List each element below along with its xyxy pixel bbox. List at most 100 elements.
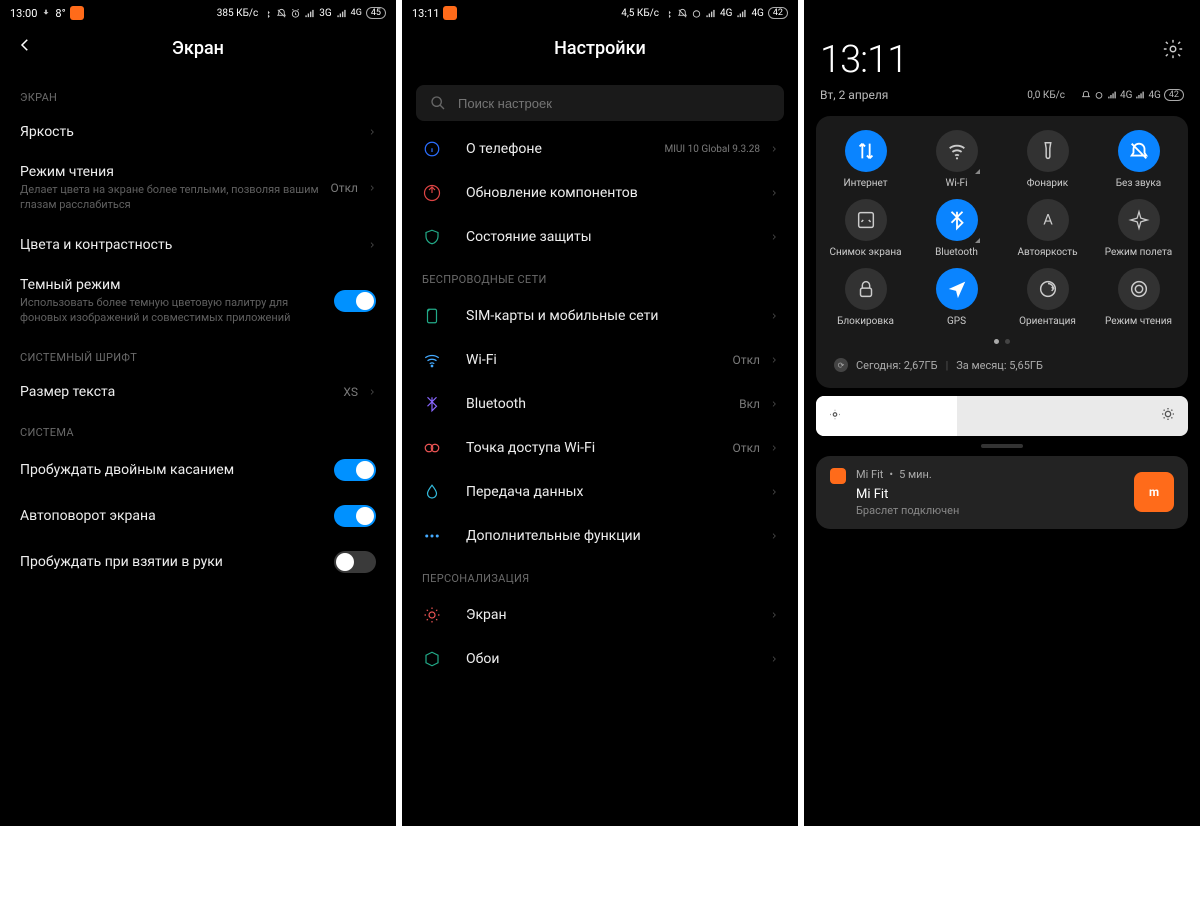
- shade-speed: 0,0 КБ/с: [1027, 90, 1065, 101]
- row-text-size[interactable]: Размер текста XS: [0, 372, 396, 412]
- row-reading-mode[interactable]: Режим чтения Делает цвета на экране боле…: [0, 152, 396, 225]
- wake-pickup-toggle[interactable]: [334, 551, 376, 573]
- qs-circle: [1027, 268, 1069, 310]
- row-hotspot[interactable]: Точка доступа Wi-Fi Откл: [402, 426, 798, 470]
- chevron-right-icon: [368, 386, 376, 398]
- qs-label: Режим полета: [1105, 247, 1172, 258]
- qs-circle: [936, 268, 978, 310]
- wallpaper-icon: [422, 649, 442, 669]
- alarm-icon: [290, 8, 301, 19]
- row-wifi[interactable]: Wi-Fi Откл: [402, 338, 798, 382]
- wallpaper-label: Обои: [466, 651, 770, 667]
- qs-label: Снимок экрана: [829, 247, 901, 258]
- qs-tile-screenshot[interactable]: Снимок экрана: [820, 199, 911, 258]
- brightness-low-icon: [828, 407, 842, 426]
- qs-tile-gps[interactable]: GPS: [911, 268, 1002, 327]
- qs-tile-wifi[interactable]: Wi-Fi: [911, 130, 1002, 189]
- reading-mode-label: Режим чтения: [20, 164, 331, 180]
- qs-tile-torch[interactable]: Фонарик: [1002, 130, 1093, 189]
- shade-net2: 4G: [1148, 90, 1160, 101]
- security-label: Состояние защиты: [466, 229, 770, 245]
- qs-label: Интернет: [843, 178, 887, 189]
- shield-icon: [422, 227, 442, 247]
- sun-icon: [422, 605, 442, 625]
- qs-tile-bt[interactable]: Bluetooth: [911, 199, 1002, 258]
- back-button[interactable]: [16, 36, 34, 58]
- notif-subtitle: Браслет подключен: [856, 504, 1124, 517]
- data-usage-row[interactable]: ⟳ Сегодня: 2,67ГБ | За месяц: 5,65ГБ: [820, 352, 1184, 378]
- row-wake-pickup: Пробуждать при взятии в руки: [0, 539, 396, 585]
- wake-double-tap-toggle[interactable]: [334, 459, 376, 481]
- text-size-label: Размер текста: [20, 384, 343, 400]
- mifit-status-icon: [443, 6, 457, 20]
- qs-tile-mute[interactable]: Без звука: [1093, 130, 1184, 189]
- wifi-label: Wi-Fi: [466, 352, 733, 368]
- chevron-right-icon: [770, 143, 778, 155]
- chevron-right-icon: [770, 530, 778, 542]
- search-bar[interactable]: [416, 85, 784, 121]
- bluetooth-icon: [422, 394, 442, 414]
- qs-circle: [1118, 199, 1160, 241]
- expand-corner-icon: [975, 169, 980, 174]
- mute-icon: [677, 8, 688, 19]
- row-display[interactable]: Экран: [402, 593, 798, 637]
- chevron-right-icon: [368, 126, 376, 138]
- qs-tile-read[interactable]: Режим чтения: [1093, 268, 1184, 327]
- qs-tile-airplane[interactable]: Режим полета: [1093, 199, 1184, 258]
- alarm-icon: [1094, 90, 1104, 100]
- page-indicator[interactable]: [820, 339, 1184, 344]
- svg-text:m: m: [1149, 485, 1159, 499]
- dark-mode-toggle[interactable]: [334, 290, 376, 312]
- qs-tile-rotate[interactable]: Ориентация: [1002, 268, 1093, 327]
- qs-label: Ориентация: [1019, 316, 1076, 327]
- qs-circle: A: [1027, 199, 1069, 241]
- mute-icon: [1081, 90, 1091, 100]
- phone-screen-notification-shade: 13:11 Вт, 2 апреля 0,0 КБ/с 4G 4G 42 Инт…: [804, 0, 1200, 826]
- gear-icon[interactable]: [1162, 38, 1184, 60]
- signal-icon: [705, 8, 716, 19]
- reading-mode-sub: Делает цвета на экране более теплыми, по…: [20, 183, 331, 213]
- qs-label: GPS: [947, 316, 966, 327]
- row-colors[interactable]: Цвета и контрастность: [0, 225, 396, 265]
- chevron-right-icon: [770, 609, 778, 621]
- status-bar: 13:00 8° 385 КБ/с 3G 4G 45: [0, 0, 396, 24]
- qs-tile-lock[interactable]: Блокировка: [820, 268, 911, 327]
- hotspot-icon: [422, 438, 442, 458]
- qs-tile-autobright[interactable]: AАвтояркость: [1002, 199, 1093, 258]
- row-data-transfer[interactable]: Передача данных: [402, 470, 798, 514]
- chevron-right-icon: [368, 239, 376, 251]
- notification-card-mifit[interactable]: Mi Fit • 5 мин. Mi Fit Браслет подключен…: [816, 456, 1188, 529]
- brightness-high-icon: [1160, 406, 1176, 426]
- qs-circle: [1118, 268, 1160, 310]
- bluetooth-icon: [1068, 90, 1078, 100]
- battery-indicator: 42: [768, 7, 788, 19]
- chevron-right-icon: [770, 354, 778, 366]
- drag-handle[interactable]: [981, 444, 1023, 448]
- brightness-slider[interactable]: [816, 396, 1188, 436]
- shade-clock: 13:11: [820, 38, 907, 82]
- row-sim[interactable]: SIM-карты и мобильные сети: [402, 294, 798, 338]
- title-bar: Настройки: [402, 24, 798, 77]
- qs-tile-data[interactable]: Интернет: [820, 130, 911, 189]
- section-font-label: СИСТЕМНЫЙ ШРИФТ: [0, 337, 396, 372]
- status-temp: 8°: [55, 7, 65, 20]
- chevron-right-icon: [770, 398, 778, 410]
- row-update[interactable]: Обновление компонентов: [402, 171, 798, 215]
- reading-mode-value: Откл: [331, 181, 358, 195]
- auto-rotate-toggle[interactable]: [334, 505, 376, 527]
- row-brightness[interactable]: Яркость: [0, 112, 396, 152]
- colors-label: Цвета и контрастность: [20, 237, 368, 253]
- chevron-right-icon: [770, 187, 778, 199]
- download-icon: [41, 8, 51, 18]
- row-about-phone[interactable]: О телефоне MIUI 10 Global 9.3.28: [402, 127, 798, 171]
- mifit-app-icon: [830, 468, 846, 484]
- expand-corner-icon: [975, 238, 980, 243]
- qs-label: Блокировка: [837, 316, 894, 327]
- bluetooth-value: Вкл: [739, 397, 760, 411]
- row-security[interactable]: Состояние защиты: [402, 215, 798, 259]
- row-more[interactable]: Дополнительные функции: [402, 514, 798, 558]
- search-input[interactable]: [458, 96, 770, 111]
- row-wallpaper[interactable]: Обои: [402, 637, 798, 681]
- row-bluetooth[interactable]: Bluetooth Вкл: [402, 382, 798, 426]
- section-wireless-label: БЕСПРОВОДНЫЕ СЕТИ: [402, 259, 798, 294]
